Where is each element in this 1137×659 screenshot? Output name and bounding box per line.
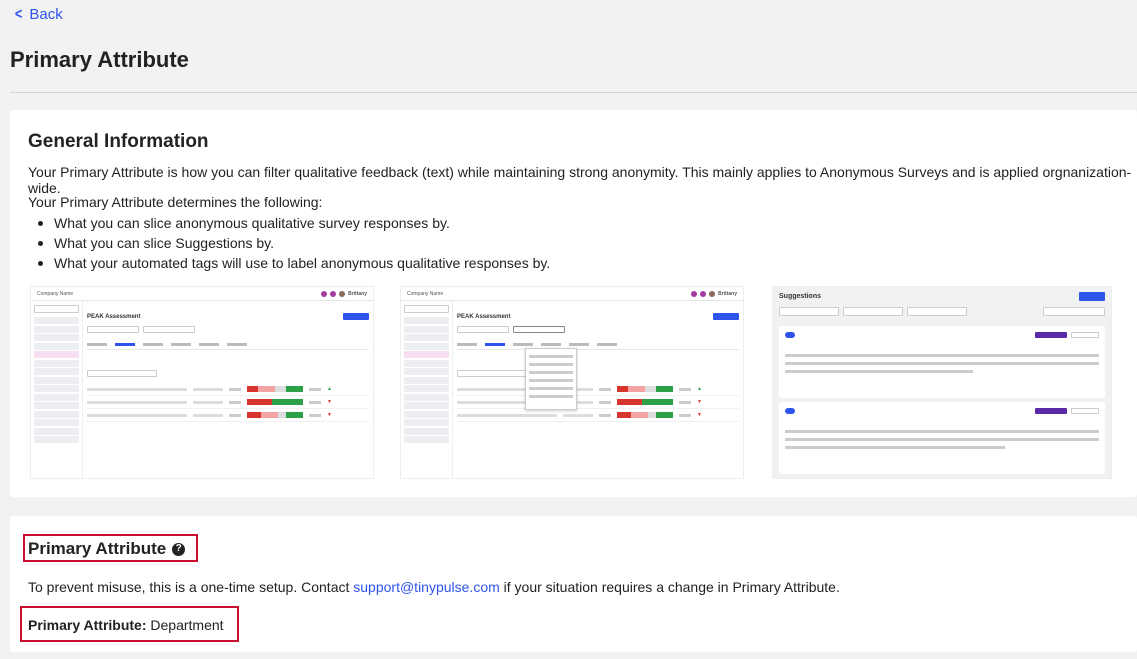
back-link[interactable]: < Back xyxy=(14,6,63,23)
list-item: What you can slice Suggestions by. xyxy=(36,233,550,253)
determines-list: What you can slice anonymous qualitative… xyxy=(36,213,550,273)
screenshot-assessment-results: Company Name Brittany PEAK Assessment ▲ … xyxy=(30,286,374,479)
determines-text: Your Primary Attribute determines the fo… xyxy=(28,194,323,210)
divider xyxy=(10,92,1137,93)
one-time-setup-note: To prevent misuse, this is a one-time se… xyxy=(28,579,840,595)
screenshot-suggestions: Suggestions xyxy=(772,286,1112,479)
list-item: What your automated tags will use to lab… xyxy=(36,253,550,273)
primary-attribute-heading: Primary Attribute ? xyxy=(28,539,186,559)
general-information-heading: General Information xyxy=(28,131,209,152)
avatar xyxy=(709,290,716,297)
company-name-text: Company Name xyxy=(37,290,74,297)
avatar xyxy=(339,290,346,297)
primary-attribute-value: Primary Attribute: Department xyxy=(28,617,224,633)
help-icon[interactable]: ? xyxy=(172,542,186,556)
general-information-card: General Information Your Primary Attribu… xyxy=(10,110,1137,497)
chevron-left-icon: < xyxy=(14,5,23,23)
page-title: Primary Attribute xyxy=(10,47,189,72)
primary-attribute-label: Primary Attribute: xyxy=(28,617,147,633)
dropdown-menu xyxy=(525,348,577,410)
primary-attribute-card: Primary Attribute ? To prevent misuse, t… xyxy=(10,516,1137,652)
screenshot-primary-attribute-filter: Company Name Brittany PEAK Assessment ▲ … xyxy=(400,286,744,479)
list-item: What you can slice anonymous qualitative… xyxy=(36,213,550,233)
intro-text: Your Primary Attribute is how you can fi… xyxy=(28,164,1132,196)
primary-attribute-department: Department xyxy=(150,617,224,633)
support-email-link[interactable]: support@tinypulse.com xyxy=(353,579,500,595)
back-label: Back xyxy=(29,6,63,23)
